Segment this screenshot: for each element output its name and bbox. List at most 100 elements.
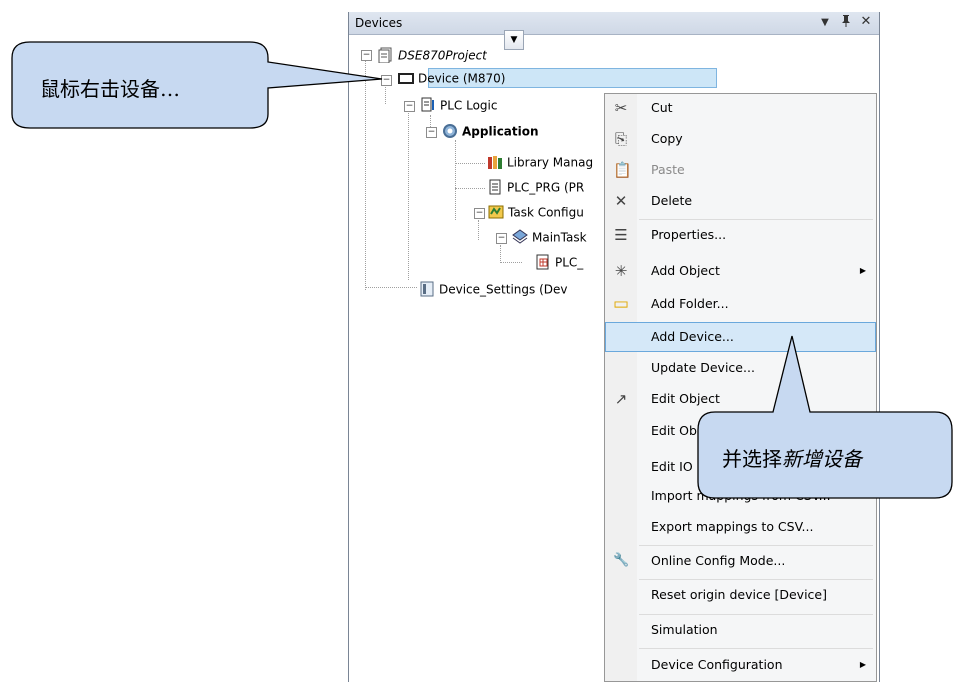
menu-item-copy[interactable]: ⎘ Copy bbox=[605, 124, 876, 154]
menu-item-label: Import mappings from CSV... bbox=[651, 488, 831, 503]
tree-line bbox=[500, 245, 501, 263]
tree-line bbox=[365, 60, 366, 290]
tree-line bbox=[455, 188, 485, 189]
submenu-arrow-icon: ▶ bbox=[859, 266, 866, 275]
menu-item-label: Properties... bbox=[651, 227, 727, 242]
tree-item-device[interactable]: Device (M870) bbox=[398, 68, 505, 88]
menu-item-label: Add Object bbox=[651, 263, 720, 278]
tree-item-label: MainTask bbox=[532, 230, 587, 245]
close-icon[interactable]: ✕ bbox=[858, 14, 874, 29]
collapse-icon[interactable]: − bbox=[474, 208, 485, 219]
collapse-icon[interactable]: − bbox=[404, 101, 415, 112]
menu-item-add-object[interactable]: ✳ Add Object ▶ bbox=[605, 256, 876, 286]
tree-line bbox=[408, 110, 409, 280]
menu-item-import-mappings-from-csv[interactable]: Import mappings from CSV... bbox=[605, 481, 876, 511]
menu-separator bbox=[639, 579, 873, 580]
copy-icon: ⎘ bbox=[614, 130, 627, 148]
tree-item-maintask[interactable]: MainTask bbox=[512, 227, 603, 247]
panel-title: Devices bbox=[355, 16, 403, 30]
tree-item-plc-logic[interactable]: PLC Logic bbox=[420, 95, 497, 115]
menu-item-simulation[interactable]: Simulation bbox=[605, 615, 876, 645]
menu-item-export-mappings-to-csv[interactable]: Export mappings to CSV... bbox=[605, 512, 876, 542]
menu-item-reset-origin-device-device[interactable]: Reset origin device [Device] bbox=[605, 580, 876, 610]
menu-separator bbox=[639, 648, 873, 649]
menu-item-properties[interactable]: ☰ Properties... bbox=[605, 220, 876, 250]
scissors-icon: ✂ bbox=[614, 99, 628, 117]
gear-icon bbox=[442, 123, 458, 139]
menu-item-cut[interactable]: ✂ Cut bbox=[605, 93, 876, 123]
tree-item-plc-prg[interactable]: PLC_PRG (PR bbox=[487, 177, 603, 197]
task-icon bbox=[512, 228, 528, 245]
menu-item-add-folder[interactable]: ▭ Add Folder... bbox=[605, 289, 876, 319]
tree-line bbox=[455, 140, 456, 220]
menu-item-label: Edit Ob bbox=[651, 423, 697, 438]
menu-item-add-device[interactable]: Add Device... bbox=[605, 322, 876, 352]
tree-item-device-settings[interactable]: Device_Settings (Dev bbox=[419, 279, 603, 299]
device-icon bbox=[398, 70, 414, 86]
folder-icon: ▭ bbox=[613, 294, 630, 314]
menu-item-edit-ob[interactable]: Edit Ob bbox=[605, 416, 876, 446]
add-object-icon: ✳ bbox=[614, 262, 628, 280]
menu-separator bbox=[639, 219, 873, 220]
tree-item-label: DSE870Project bbox=[398, 48, 487, 63]
menu-item-edit-object[interactable]: ↗ Edit Object bbox=[605, 384, 876, 414]
menu-item-label: Reset origin device [Device] bbox=[651, 587, 827, 602]
tree-line bbox=[455, 163, 485, 164]
collapse-icon[interactable]: − bbox=[381, 75, 392, 86]
right-callout-text-italic: 新增设备 bbox=[782, 447, 862, 471]
tree-item-application[interactable]: Application bbox=[442, 121, 539, 141]
menu-item-label: Cut bbox=[651, 100, 673, 115]
menu-item-label: Edit Object bbox=[651, 391, 720, 406]
tree-line bbox=[385, 84, 386, 104]
tree-item-project[interactable]: DSE870Project bbox=[378, 45, 487, 65]
tree-line bbox=[365, 287, 417, 288]
tree-item-label: Task Configu bbox=[508, 205, 584, 220]
wrench-icon: 🔧 bbox=[613, 553, 630, 568]
menu-item-label: Edit IO bbox=[651, 459, 693, 474]
pin-icon[interactable] bbox=[838, 14, 854, 32]
menu-item-label: Add Folder... bbox=[651, 296, 729, 311]
menu-item-label: Simulation bbox=[651, 622, 718, 637]
tree-item-label: PLC_ bbox=[555, 255, 584, 270]
edit-object-icon: ↗ bbox=[614, 390, 628, 408]
menu-item-paste[interactable]: 📋 Paste bbox=[605, 155, 876, 185]
project-dropdown-button[interactable]: ▼ bbox=[504, 30, 524, 50]
collapse-icon[interactable]: − bbox=[361, 50, 372, 61]
program-call-icon bbox=[535, 254, 551, 270]
library-icon bbox=[487, 154, 503, 170]
tree-line bbox=[500, 262, 522, 263]
menu-separator bbox=[639, 545, 873, 546]
menu-item-label: Delete bbox=[651, 193, 693, 208]
menu-item-label: Update Device... bbox=[651, 360, 755, 375]
tree-item-task-configuration[interactable]: Task Configu bbox=[488, 202, 603, 222]
panel-dropdown-icon[interactable]: ▼ bbox=[817, 17, 833, 28]
program-icon bbox=[487, 179, 503, 195]
collapse-icon[interactable]: − bbox=[496, 233, 507, 244]
menu-item-delete[interactable]: ✕ Delete bbox=[605, 186, 876, 216]
menu-item-label: Paste bbox=[651, 162, 685, 177]
tree-item-label: Application bbox=[462, 124, 539, 139]
menu-item-device-configuration[interactable]: Device Configuration ▶ bbox=[605, 650, 876, 680]
right-callout-text-normal: 并选择 bbox=[722, 447, 782, 471]
menu-item-label: Online Config Mode... bbox=[651, 553, 786, 568]
tree-item-label: Device_Settings (Dev bbox=[439, 282, 568, 297]
tree-item-label: PLC_PRG (PR bbox=[507, 180, 585, 195]
menu-separator bbox=[639, 614, 873, 615]
plc-logic-icon bbox=[420, 97, 436, 113]
task-config-icon bbox=[488, 204, 504, 220]
menu-item-online-config-mode[interactable]: 🔧 Online Config Mode... bbox=[605, 546, 876, 576]
paste-icon: 📋 bbox=[613, 161, 632, 179]
tree-line bbox=[478, 220, 479, 240]
panel-titlebar: Devices ▼ ✕ bbox=[349, 12, 879, 35]
settings-icon bbox=[419, 281, 435, 297]
menu-item-update-device[interactable]: Update Device... bbox=[605, 353, 876, 383]
tree-item-label: Device (M870) bbox=[418, 71, 506, 86]
collapse-icon[interactable]: − bbox=[426, 127, 437, 138]
left-callout-text: 鼠标右击设备… bbox=[40, 77, 180, 101]
properties-icon: ☰ bbox=[614, 226, 628, 244]
submenu-arrow-icon: ▶ bbox=[859, 660, 866, 669]
project-icon bbox=[378, 47, 394, 63]
tree-item-library-manager[interactable]: Library Manag bbox=[487, 152, 603, 172]
tree-item-plc-call[interactable]: PLC_ bbox=[535, 252, 603, 272]
right-callout-text: 并选择新增设备 bbox=[722, 443, 862, 472]
